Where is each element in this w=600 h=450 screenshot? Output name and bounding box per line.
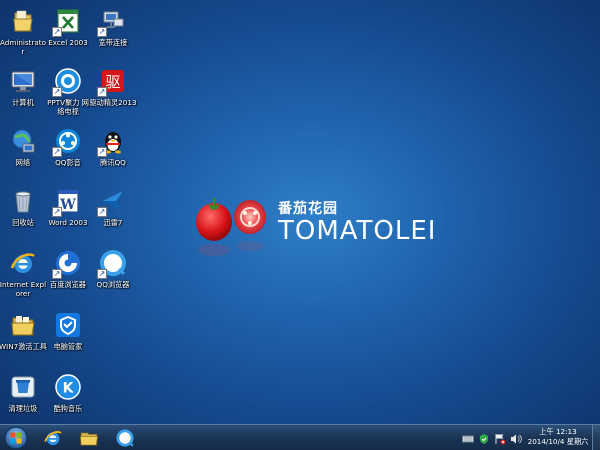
desktop-icon-qqplayer[interactable]: ↗ QQ影音 xyxy=(45,124,91,178)
user-folder-icon xyxy=(8,6,38,36)
qq-penguin-icon: ↗ xyxy=(97,126,128,157)
computer-icon xyxy=(8,66,38,96)
desktop-icon-label: 百度浏览器 xyxy=(50,280,86,289)
desktop-icon-driver[interactable]: 驱 ↗ 驱动精灵2013 xyxy=(89,64,137,118)
desktop-icon-xunlei[interactable]: ↗ 迅雷7 xyxy=(90,184,136,238)
wallpaper-logo: 番茄花园 TOMATOLEI xyxy=(190,192,435,272)
internet-explorer-icon xyxy=(44,431,62,446)
desktop-icon-label: QQ影音 xyxy=(55,158,81,167)
network-connection-icon: ↗ xyxy=(97,6,128,37)
desktop-icon-label: Administrator xyxy=(0,38,47,56)
shortcut-arrow-icon: ↗ xyxy=(52,207,62,217)
flag-icon[interactable] xyxy=(494,430,506,445)
desktop-icon-pptv[interactable]: ↗ PPTV聚力 网络电视 xyxy=(45,64,91,118)
shortcut-arrow-icon: ↗ xyxy=(52,87,62,97)
shortcut-arrow-icon: ↗ xyxy=(97,27,107,37)
desktop-icon-qqbrowser[interactable]: ↗ QQ浏览器 xyxy=(90,246,136,300)
qq-browser-icon xyxy=(116,429,134,447)
qq-browser-icon: ↗ xyxy=(97,248,128,279)
svg-text:K: K xyxy=(63,381,75,397)
start-button[interactable] xyxy=(4,426,28,450)
baidu-browser-icon: ↗ xyxy=(52,248,83,279)
desktop-icon-network[interactable]: 网络 xyxy=(0,124,46,178)
desktop-icon-administrator[interactable]: Administrator xyxy=(0,4,46,58)
desktop-icon-label: Excel 2003 xyxy=(48,38,88,47)
pc-manager-shield-icon xyxy=(53,310,83,340)
desktop-icon-label: QQ浏览器 xyxy=(96,280,130,289)
desktop-icon-recycle[interactable]: 回收站 xyxy=(0,184,46,238)
desktop-icon-computer[interactable]: 计算机 xyxy=(0,64,46,118)
brand-english-name: TOMATOLEI xyxy=(278,216,437,246)
desktop-icon-label: Word 2003 xyxy=(48,218,88,227)
desktop-icon-baidu[interactable]: ↗ 百度浏览器 xyxy=(45,246,91,300)
shortcut-arrow-icon: ↗ xyxy=(97,87,107,97)
show-desktop-button[interactable] xyxy=(592,425,600,450)
desktop-icon-word[interactable]: W ↗ Word 2003 xyxy=(45,184,91,238)
desktop-icon-label: Internet Explorer xyxy=(0,280,47,298)
taskbar: 上午 12:13 2014/10/4 星期六 xyxy=(0,424,600,450)
desktop-icon-label: 清理垃圾 xyxy=(8,404,38,413)
taskbar-pinned-ie[interactable] xyxy=(36,426,70,450)
clock-time: 上午 12:13 xyxy=(539,427,577,436)
taskbar-clock[interactable]: 上午 12:13 2014/10/4 星期六 xyxy=(526,427,590,447)
folder-icon xyxy=(8,310,38,340)
shortcut-arrow-icon: ↗ xyxy=(97,269,107,279)
shortcut-arrow-icon: ↗ xyxy=(97,207,107,217)
word-icon: W ↗ xyxy=(52,186,83,217)
windows-start-icon xyxy=(4,426,28,450)
file-explorer-icon xyxy=(80,432,98,446)
taskbar-pinned-qqbrowser[interactable] xyxy=(108,426,142,450)
svg-text:驱: 驱 xyxy=(105,73,120,91)
keyboard-icon[interactable] xyxy=(462,430,474,443)
taskbar-pinned-explorer[interactable] xyxy=(72,426,106,450)
cleaner-icon xyxy=(8,372,38,402)
desktop-icon-label: 腾讯QQ xyxy=(100,158,126,167)
brand-chinese-name: 番茄花园 xyxy=(278,201,338,217)
recycle-bin-icon xyxy=(8,186,38,216)
internet-explorer-icon xyxy=(8,248,38,278)
security-icon[interactable] xyxy=(478,430,490,444)
volume-icon[interactable] xyxy=(510,430,522,444)
driver-genius-icon: 驱 ↗ xyxy=(97,66,128,97)
shortcut-arrow-icon: ↗ xyxy=(52,147,62,157)
network-globe-icon xyxy=(8,126,38,156)
shortcut-arrow-icon: ↗ xyxy=(97,147,107,157)
excel-icon: ↗ xyxy=(52,6,83,37)
desktop-icon-label: 宽带连接 xyxy=(98,38,128,47)
desktop-icon-label: 回收站 xyxy=(12,218,34,227)
desktop-icon-label: PPTV聚力 网络电视 xyxy=(47,98,89,116)
clock-date: 2014/10/4 星期六 xyxy=(527,437,589,446)
kugou-icon: K xyxy=(53,372,83,402)
desktop-icon-label: 酷狗音乐 xyxy=(53,404,83,413)
desktop-icon-win7tool[interactable]: WIN7激活工具 xyxy=(0,308,47,362)
desktop-icon-qq[interactable]: ↗ 腾讯QQ xyxy=(90,124,136,178)
desktop-icon-label: 电脑管家 xyxy=(53,342,83,351)
desktop-icon-broadband[interactable]: ↗ 宽带连接 xyxy=(90,4,136,58)
desktop-icon-pcmanager[interactable]: 电脑管家 xyxy=(45,308,91,362)
desktop-icon-excel[interactable]: ↗ Excel 2003 xyxy=(45,4,91,58)
desktop-icon-label: 网络 xyxy=(15,158,31,167)
desktop-icon-label: WIN7激活工具 xyxy=(0,342,47,351)
desktop-icon-label: 迅雷7 xyxy=(103,218,123,227)
shortcut-arrow-icon: ↗ xyxy=(52,269,62,279)
xunlei-icon: ↗ xyxy=(97,186,128,217)
desktop-icon-kugou[interactable]: K 酷狗音乐 xyxy=(45,370,91,424)
tomato-icon xyxy=(196,198,266,256)
pptv-icon: ↗ xyxy=(52,66,83,97)
system-tray xyxy=(462,430,522,446)
qq-player-icon: ↗ xyxy=(52,126,83,157)
desktop-icon-ie[interactable]: Internet Explorer xyxy=(0,246,46,300)
shortcut-arrow-icon: ↗ xyxy=(52,27,62,37)
desktop-icon-label: 计算机 xyxy=(12,98,34,107)
desktop-icon-cleaner[interactable]: 清理垃圾 xyxy=(0,370,46,424)
desktop-icon-label: 驱动精灵2013 xyxy=(89,98,137,107)
